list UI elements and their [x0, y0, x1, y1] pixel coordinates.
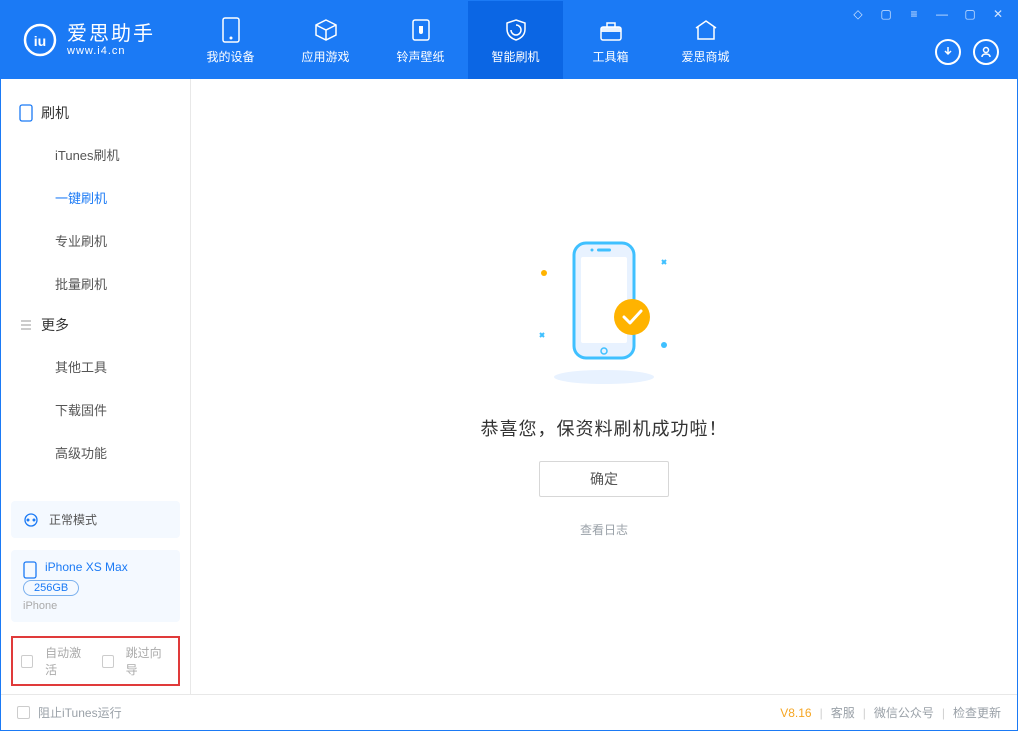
music-icon — [407, 16, 435, 44]
device-storage-badge: 256GB — [23, 580, 79, 596]
sidebar-item-pro-flash[interactable]: 专业刷机 — [25, 219, 190, 262]
top-nav: 我的设备 应用游戏 铃声壁纸 智能刷机 工具箱 爱思商城 — [183, 1, 753, 79]
close-icon[interactable]: ✕ — [989, 7, 1007, 21]
block-itunes-checkbox[interactable] — [17, 706, 30, 719]
device-icon — [217, 16, 245, 44]
nav-label: 应用游戏 — [301, 48, 349, 65]
skip-guide-label: 跳过向导 — [126, 644, 170, 678]
logo-icon: iu — [23, 23, 57, 57]
toolbox-icon — [597, 16, 625, 44]
footer-update-link[interactable]: 检查更新 — [953, 704, 1001, 721]
auto-activate-label: 自动激活 — [45, 644, 89, 678]
house-icon — [692, 16, 720, 44]
nav-ringtone-wallpaper[interactable]: 铃声壁纸 — [373, 1, 468, 79]
device-detail-box[interactable]: iPhone XS Max 256GB iPhone — [11, 550, 180, 622]
flash-options-row: 自动激活 跳过向导 — [11, 636, 180, 686]
sidebar-item-other-tools[interactable]: 其他工具 — [25, 345, 190, 388]
view-log-link[interactable]: 查看日志 — [580, 521, 628, 538]
ok-button[interactable]: 确定 — [539, 461, 669, 497]
sidebar: 刷机 iTunes刷机 一键刷机 专业刷机 批量刷机 更多 其他工具 下载固件 … — [1, 79, 191, 694]
svg-text:iu: iu — [34, 33, 46, 49]
nav-apps-games[interactable]: 应用游戏 — [278, 1, 373, 79]
header-actions — [935, 39, 999, 65]
sidebar-item-batch-flash[interactable]: 批量刷机 — [25, 262, 190, 305]
section-title: 刷机 — [41, 103, 69, 123]
nav-toolbox[interactable]: 工具箱 — [563, 1, 658, 79]
nav-label: 我的设备 — [206, 48, 254, 65]
maximize-icon[interactable]: ▢ — [961, 7, 979, 21]
nav-label: 铃声壁纸 — [396, 48, 444, 65]
sidebar-item-itunes-flash[interactable]: iTunes刷机 — [25, 133, 190, 176]
success-hero: 恭喜您，保资料刷机成功啦！ 确定 查看日志 — [481, 235, 728, 538]
sidebar-item-one-click-flash[interactable]: 一键刷机 — [25, 176, 190, 219]
device-type: iPhone — [23, 600, 168, 612]
section-title: 更多 — [41, 315, 69, 335]
window-controls: ◇ ▢ ≡ — ▢ ✕ — [849, 7, 1007, 21]
user-button[interactable] — [973, 39, 999, 65]
device-model: iPhone XS Max — [45, 560, 128, 574]
app-name: 爱思助手 — [67, 23, 155, 45]
block-itunes-label: 阻止iTunes运行 — [38, 704, 122, 721]
download-button[interactable] — [935, 39, 961, 65]
sidebar-item-advanced[interactable]: 高级功能 — [25, 431, 190, 474]
app-header: iu 爱思助手 www.i4.cn 我的设备 应用游戏 铃声壁纸 智能刷 — [1, 1, 1017, 79]
success-phone-illustration — [514, 235, 694, 395]
shirt-icon[interactable]: ◇ — [849, 7, 867, 21]
success-message: 恭喜您，保资料刷机成功啦！ — [481, 415, 728, 441]
version-label: V8.16 — [780, 706, 811, 720]
sidebar-section-more[interactable]: 更多 — [1, 305, 190, 345]
footer-wechat-link[interactable]: 微信公众号 — [874, 704, 934, 721]
nav-my-device[interactable]: 我的设备 — [183, 1, 278, 79]
minimize-icon[interactable]: — — [933, 7, 951, 21]
shield-icon — [502, 16, 530, 44]
footer-support-link[interactable]: 客服 — [831, 704, 855, 721]
main-panel: 恭喜您，保资料刷机成功啦！ 确定 查看日志 — [191, 79, 1017, 694]
app-url: www.i4.cn — [67, 45, 155, 57]
cube-icon — [312, 16, 340, 44]
device-mode-box[interactable]: 正常模式 — [11, 501, 180, 538]
note-icon[interactable]: ▢ — [877, 7, 895, 21]
list-icon — [19, 318, 33, 332]
sidebar-section-flash[interactable]: 刷机 — [1, 93, 190, 133]
footer: 阻止iTunes运行 V8.16 | 客服 | 微信公众号 | 检查更新 — [1, 694, 1017, 730]
nav-label: 智能刷机 — [491, 48, 539, 65]
phone-outline-icon — [19, 104, 33, 122]
sidebar-item-download-firmware[interactable]: 下载固件 — [25, 388, 190, 431]
nav-store[interactable]: 爱思商城 — [658, 1, 753, 79]
auto-activate-checkbox[interactable] — [21, 655, 33, 668]
app-logo: iu 爱思助手 www.i4.cn — [1, 23, 173, 57]
skip-guide-checkbox[interactable] — [102, 655, 114, 668]
menu-icon[interactable]: ≡ — [905, 7, 923, 21]
nav-label: 工具箱 — [592, 48, 628, 65]
nav-smart-flash[interactable]: 智能刷机 — [468, 1, 563, 79]
device-mode-label: 正常模式 — [49, 511, 97, 528]
sync-icon — [23, 512, 39, 528]
nav-label: 爱思商城 — [681, 48, 729, 65]
device-phone-icon — [23, 561, 37, 579]
